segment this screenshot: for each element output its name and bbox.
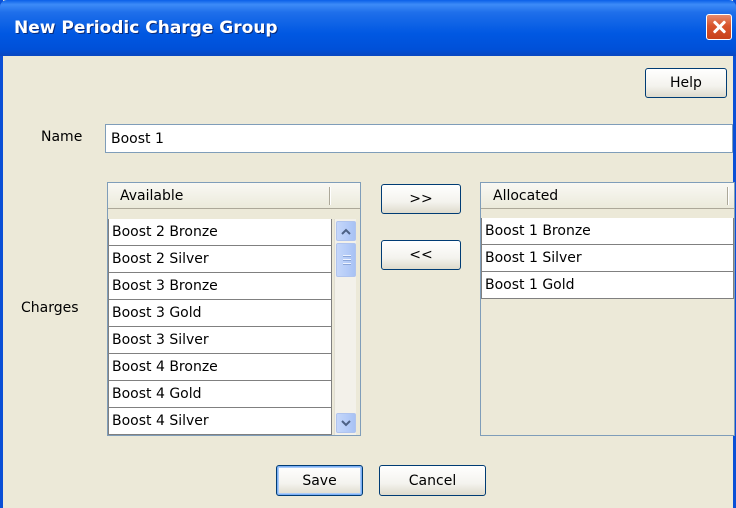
list-item[interactable]: Boost 2 Bronze — [108, 219, 332, 246]
name-label: Name — [41, 129, 83, 145]
list-item[interactable]: Boost 4 Silver — [108, 408, 332, 435]
remove-button[interactable]: << — [381, 240, 461, 270]
save-button[interactable]: Save — [276, 465, 363, 496]
charges-label: Charges — [21, 300, 79, 316]
list-item[interactable]: Boost 1 Bronze — [481, 218, 734, 245]
list-item[interactable]: Boost 4 Bronze — [108, 354, 332, 381]
list-item[interactable]: Boost 1 Gold — [481, 272, 734, 299]
close-icon[interactable] — [706, 14, 732, 40]
name-field[interactable]: Boost 1 — [105, 124, 733, 153]
header-divider — [727, 187, 728, 205]
available-scrollbar[interactable] — [334, 219, 356, 435]
list-item[interactable]: Boost 1 Silver — [481, 245, 734, 272]
dialog-title: New Periodic Charge Group — [14, 18, 278, 38]
allocated-list[interactable]: Allocated Boost 1 Bronze Boost 1 Silver … — [480, 182, 735, 436]
list-item[interactable]: Boost 2 Silver — [108, 246, 332, 273]
chevron-down-icon[interactable] — [336, 413, 356, 433]
list-item[interactable]: Boost 4 Gold — [108, 381, 332, 408]
available-header-label: Available — [120, 187, 184, 204]
chevron-up-icon[interactable] — [336, 221, 356, 241]
allocated-header[interactable]: Allocated — [481, 183, 734, 209]
available-header[interactable]: Available — [108, 183, 360, 209]
header-divider — [329, 187, 330, 205]
allocated-header-label: Allocated — [493, 187, 559, 204]
cancel-button[interactable]: Cancel — [379, 465, 486, 496]
list-item[interactable]: Boost 3 Gold — [108, 300, 332, 327]
help-button[interactable]: Help — [645, 68, 727, 98]
add-button[interactable]: >> — [381, 184, 461, 214]
list-item[interactable]: Boost 3 Bronze — [108, 273, 332, 300]
available-list[interactable]: Available Boost 2 Bronze Boost 2 Silver … — [107, 182, 361, 436]
title-bar[interactable]: New Periodic Charge Group — [0, 0, 736, 56]
dialog-window: New Periodic Charge Group Help Name Boos… — [0, 0, 736, 508]
scroll-thumb[interactable] — [336, 243, 356, 277]
list-item[interactable]: Boost 3 Silver — [108, 327, 332, 354]
